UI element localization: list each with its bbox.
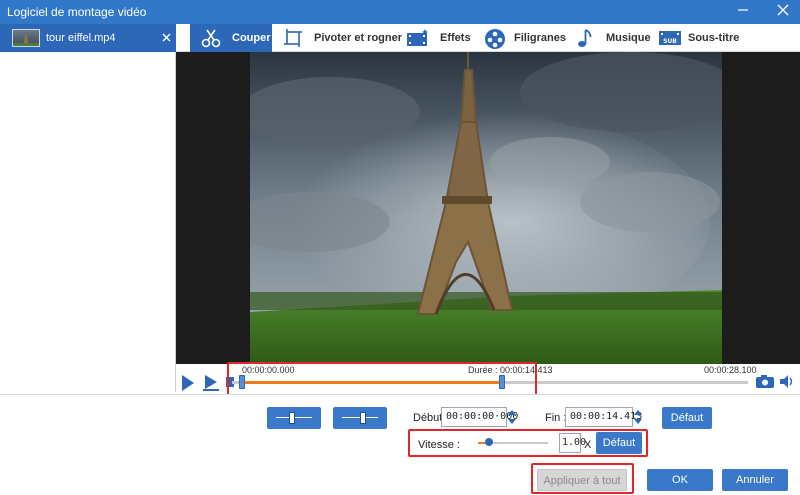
play-segment-icon — [203, 375, 219, 391]
remove-file-button[interactable] — [162, 30, 171, 45]
tab-sous-titre[interactable]: SUB Sous-titre — [656, 24, 752, 52]
tab-label: Musique — [606, 32, 651, 44]
minimize-icon — [738, 9, 748, 11]
speed-highlight — [408, 429, 648, 457]
close-icon — [777, 4, 789, 16]
crop-rotate-icon — [282, 28, 304, 48]
apply-all-highlight — [531, 463, 634, 494]
minimize-button[interactable] — [730, 2, 756, 22]
cancel-button[interactable]: Annuler — [722, 469, 788, 491]
tab-effets[interactable]: Effets — [404, 24, 474, 52]
volume-button[interactable] — [780, 375, 794, 388]
tab-pivoter-et-rogner[interactable]: Pivoter et rogner — [280, 24, 402, 52]
file-list-sidebar: tour eiffel.mp4 — [0, 24, 176, 392]
watermark-icon — [484, 28, 506, 49]
music-icon — [574, 28, 596, 48]
video-preview — [176, 52, 800, 364]
file-list-item[interactable]: tour eiffel.mp4 — [0, 24, 176, 52]
play-segment-button[interactable] — [203, 373, 219, 391]
scissors-icon — [200, 28, 222, 48]
ok-button[interactable]: OK — [647, 469, 713, 491]
timeline-end-label: 00:00:28.100 — [704, 365, 757, 375]
settings-panel: Début 00:00:00·000 Fin : 00:00:14.413 Dé… — [0, 394, 800, 495]
end-time-spinner[interactable] — [634, 408, 642, 426]
tab-label: Couper — [232, 32, 271, 44]
set-start-marker-button[interactable] — [267, 407, 321, 429]
svg-text:SUB: SUB — [663, 38, 677, 45]
window-title: Logiciel de montage vidéo — [7, 5, 147, 19]
start-time-spinner[interactable] — [508, 408, 516, 426]
play-button[interactable] — [182, 375, 194, 391]
set-end-marker-button[interactable] — [333, 407, 387, 429]
tab-filigranes[interactable]: Filigranes — [482, 24, 566, 52]
volume-icon — [780, 375, 793, 388]
start-time-input[interactable]: 00:00:00·000 — [441, 407, 518, 427]
tab-couper[interactable]: Couper — [190, 24, 272, 52]
tab-musique[interactable]: Musique — [572, 24, 651, 52]
title-bar: Logiciel de montage vidéo — [0, 0, 800, 24]
video-frame-image — [250, 52, 722, 364]
app-window: Logiciel de montage vidéo tour eiffel.mp… — [0, 0, 800, 495]
camera-icon — [756, 375, 774, 388]
tab-label: Sous-titre — [688, 32, 740, 44]
end-time-label: Fin : — [545, 412, 567, 424]
tab-label: Effets — [440, 32, 471, 44]
tab-label: Filigranes — [514, 32, 566, 44]
edit-tabs: Couper Pivoter et rogner Effets Filigran… — [176, 24, 800, 52]
file-name: tour eiffel.mp4 — [46, 32, 116, 44]
trim-default-button[interactable]: Défaut — [662, 407, 712, 429]
effects-icon — [406, 28, 428, 48]
subtitle-icon: SUB — [658, 28, 681, 48]
snapshot-button[interactable] — [756, 375, 774, 388]
close-window-button[interactable] — [770, 2, 796, 22]
start-time-label: Début — [413, 412, 443, 424]
video-thumbnail — [12, 29, 40, 47]
close-icon — [162, 33, 171, 42]
end-time-input[interactable]: 00:00:14.413 — [565, 407, 642, 427]
tab-label: Pivoter et rogner — [314, 32, 403, 44]
